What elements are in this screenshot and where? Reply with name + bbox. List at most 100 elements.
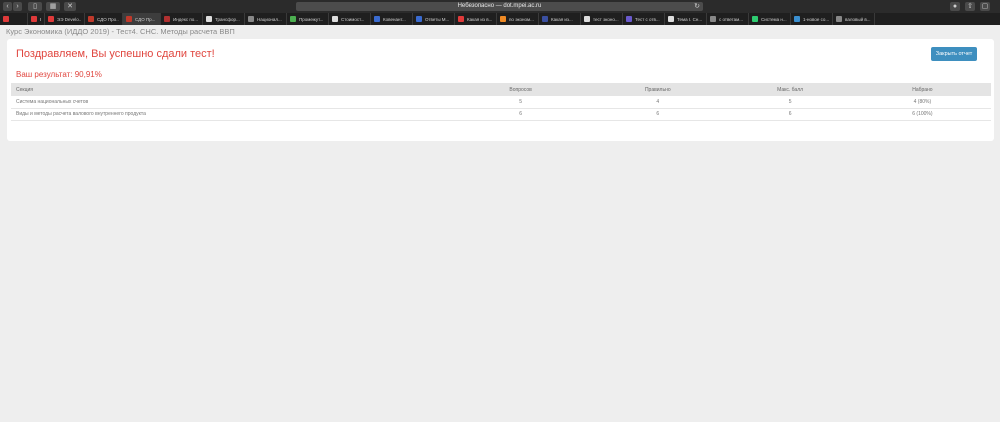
- browser-tab-label: Промежут...: [299, 16, 324, 22]
- favicon-icon: [248, 16, 254, 22]
- table-row: Виды и методы расчета валового внутренне…: [11, 108, 991, 121]
- col-header-correct: Правильно: [589, 83, 727, 96]
- cell-correct: 4: [589, 96, 727, 109]
- cell-scored: 6 (100%): [853, 108, 991, 121]
- browser-tab[interactable]: ВЭ: [28, 13, 45, 25]
- browser-tab-label: Система н...: [761, 16, 787, 22]
- table-header-row: Секция Вопросов Правильно Макс. балл Наб…: [11, 83, 991, 96]
- browser-tab-label: Трансфор...: [215, 16, 240, 22]
- reload-icon[interactable]: ↻: [694, 2, 700, 11]
- browser-tab[interactable]: Трансфор...: [203, 13, 245, 25]
- new-tab-icon[interactable]: ▢: [980, 2, 990, 11]
- col-header-questions: Вопросов: [452, 83, 590, 96]
- result-score: Ваш результат: 90,91%: [16, 70, 102, 79]
- favicon-icon: [164, 16, 170, 22]
- browser-tab[interactable]: Какая из...: [539, 13, 581, 25]
- forward-button[interactable]: ›: [13, 2, 22, 11]
- breadcrumb: Курс Экономика (ИДДО 2019) - Тест4. СНС.…: [6, 27, 235, 36]
- favicon-icon: [290, 16, 296, 22]
- browser-tab[interactable]: Национал...: [245, 13, 287, 25]
- favicon-icon: [752, 16, 758, 22]
- result-panel: Поздравляем, Вы успешно сдали тест! Ваш …: [7, 39, 994, 141]
- favicon-icon: [126, 16, 132, 22]
- browser-tab-label: СДО Пр...: [135, 16, 156, 22]
- browser-tab-label: с ответам...: [719, 16, 744, 22]
- browser-tab[interactable]: валовый в...: [833, 13, 875, 25]
- cell-correct: 6: [589, 108, 727, 121]
- browser-tab[interactable]: Ковенант...: [371, 13, 413, 25]
- page-content: Курс Экономика (ИДДО 2019) - Тест4. СНС.…: [0, 25, 1000, 422]
- table-row: Система национальных счетов 5 4 5 4 (80%…: [11, 96, 991, 109]
- favicon-icon: [332, 16, 338, 22]
- tab-overview-icon[interactable]: ▦: [46, 2, 60, 11]
- favicon-icon: [668, 16, 674, 22]
- browser-tab-label: Индекс по...: [173, 16, 199, 22]
- favicon-icon: [836, 16, 842, 22]
- favicon-icon: [416, 16, 422, 22]
- browser-tab-label: Тема I. Сн...: [677, 16, 703, 22]
- browser-tab[interactable]: Тест с отв...: [623, 13, 665, 25]
- browser-tab[interactable]: с ответам...: [707, 13, 749, 25]
- browser-tab-label: Ковенант...: [383, 16, 406, 22]
- back-button[interactable]: ‹: [3, 2, 12, 11]
- sidebar-toggle-icon[interactable]: ▯: [28, 2, 42, 11]
- browser-tab[interactable]: Ответы М...: [413, 13, 455, 25]
- browser-tab[interactable]: [0, 13, 28, 25]
- browser-tab-label: по эконом...: [509, 16, 534, 22]
- browser-tab[interactable]: СДО Про...: [85, 13, 123, 25]
- browser-tab[interactable]: Какая из в...: [455, 13, 497, 25]
- col-header-scored: Набрано: [853, 83, 991, 96]
- browser-tab[interactable]: Тема I. Сн...: [665, 13, 707, 25]
- cell-section: Виды и методы расчета валового внутренне…: [11, 108, 453, 121]
- browser-tab[interactable]: СДО Пр...: [123, 13, 161, 25]
- browser-tab-label: Какая из в...: [467, 16, 493, 22]
- downloads-icon[interactable]: ●: [950, 2, 960, 11]
- favicon-icon: [374, 16, 380, 22]
- browser-tab-label: СДО Про...: [97, 16, 119, 22]
- close-report-button[interactable]: Закрыть отчет: [931, 47, 977, 61]
- favicon-icon: [500, 16, 506, 22]
- browser-tab[interactable]: тест эконо...: [581, 13, 623, 25]
- browser-tab-label: 1-новое со...: [803, 16, 829, 22]
- results-table: Секция Вопросов Правильно Макс. балл Наб…: [11, 83, 991, 121]
- browser-tab[interactable]: по эконом...: [497, 13, 539, 25]
- address-bar[interactable]: Небезопасно — dot.mpei.ac.ru ↻: [296, 2, 703, 11]
- browser-tab[interactable]: Система н...: [749, 13, 791, 25]
- cell-scored: 4 (80%): [853, 96, 991, 109]
- cell-max-score: 5: [726, 96, 854, 109]
- favicon-icon: [458, 16, 464, 22]
- browser-tab-label: Какая из...: [551, 16, 573, 22]
- browser-tab-label: Тест с отв...: [635, 16, 660, 22]
- cell-questions: 5: [452, 96, 590, 109]
- browser-tab-label: ВЭ: [40, 17, 41, 22]
- favicon-icon: [48, 16, 54, 22]
- favicon-icon: [584, 16, 590, 22]
- browser-tab[interactable]: ЭЭ Develo...: [45, 13, 85, 25]
- browser-tab[interactable]: Индекс по...: [161, 13, 203, 25]
- cell-section: Система национальных счетов: [11, 96, 453, 109]
- favicon-icon: [206, 16, 212, 22]
- favicon-icon: [3, 16, 9, 22]
- browser-titlebar: ‹ › ▯ ▦ ✕ Небезопасно — dot.mpei.ac.ru ↻…: [0, 0, 1000, 13]
- browser-tab-label: тест эконо...: [593, 16, 619, 22]
- cell-max-score: 6: [726, 108, 854, 121]
- browser-tab[interactable]: Промежут...: [287, 13, 329, 25]
- favicon-icon: [88, 16, 94, 22]
- col-header-max-score: Макс. балл: [726, 83, 854, 96]
- close-tab-icon[interactable]: ✕: [64, 2, 76, 11]
- browser-tab-label: ЭЭ Develo...: [57, 16, 81, 22]
- favicon-icon: [710, 16, 716, 22]
- favicon-icon: [794, 16, 800, 22]
- favicon-icon: [31, 16, 37, 22]
- browser-tab-label: Стоимост...: [341, 16, 365, 22]
- browser-tab-label: валовый в...: [845, 16, 871, 22]
- tab-bar: ВЭ ЭЭ Develo... СДО Про... СДО Пр... Индекс …: [0, 13, 1000, 25]
- address-text: Небезопасно — dot.mpei.ac.ru: [457, 3, 542, 9]
- congrats-heading: Поздравляем, Вы успешно сдали тест!: [16, 48, 215, 60]
- col-header-section: Секция: [11, 83, 453, 96]
- favicon-icon: [626, 16, 632, 22]
- share-icon[interactable]: ⇧: [965, 2, 975, 11]
- browser-tab[interactable]: 1-новое со...: [791, 13, 833, 25]
- cell-questions: 6: [452, 108, 590, 121]
- browser-tab[interactable]: Стоимост...: [329, 13, 371, 25]
